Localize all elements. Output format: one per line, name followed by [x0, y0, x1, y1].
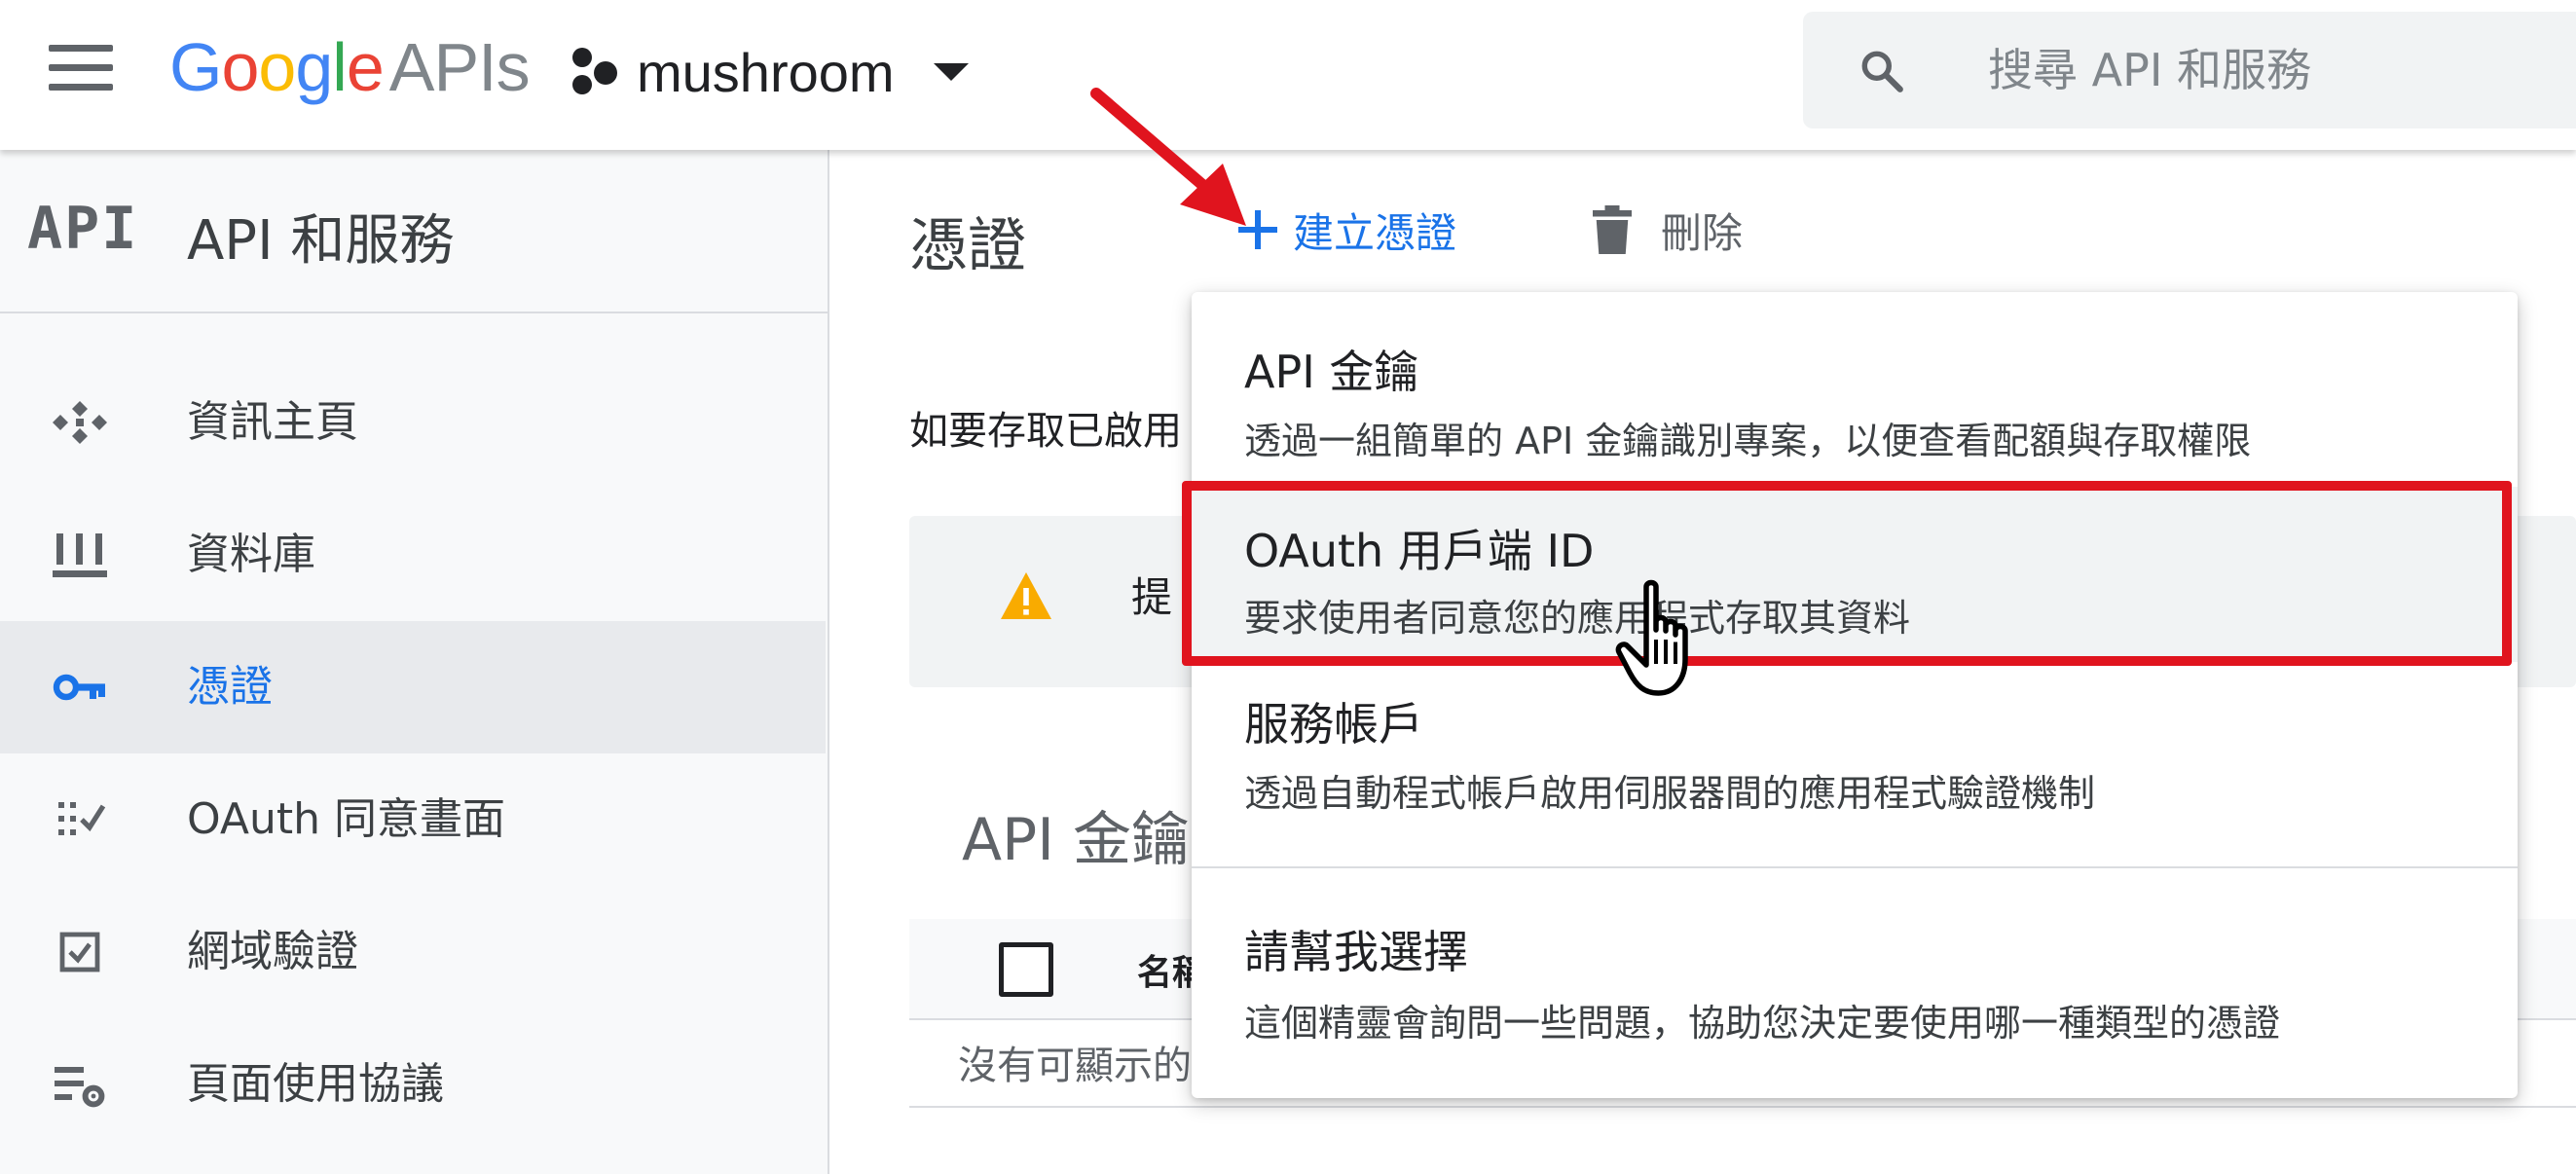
sidebar-title: API 和服務	[187, 209, 455, 273]
search-input[interactable]	[1988, 35, 2553, 105]
intro-text: 如要存取已啟用	[909, 409, 1182, 454]
option-description: 要求使用者同意您的應用程式存取其資料	[1244, 597, 1911, 640]
delete-label: 刪除	[1661, 208, 1744, 257]
sidebar-item-label: 憑證	[187, 662, 273, 712]
create-credentials-menu: API 金鑰 透過一組簡單的 API 金鑰識別專案，以便查看配額與存取權限 OA…	[1192, 292, 2518, 1098]
search-bar[interactable]	[1803, 12, 2576, 128]
menu-option-api-key[interactable]: API 金鑰 透過一組簡單的 API 金鑰識別專案，以便查看配額與存取權限	[1192, 292, 2518, 467]
table-divider	[909, 1106, 2576, 1108]
warning-icon	[1001, 572, 1051, 619]
menu-option-help-me-choose[interactable]: 請幫我選擇 這個精靈會詢問一些問題，協助您決定要使用哪一種類型的憑證	[1192, 896, 2518, 1090]
project-dots-icon	[572, 48, 621, 96]
hamburger-menu-icon[interactable]	[49, 45, 113, 92]
apis-wordmark: APIs	[388, 29, 531, 105]
select-all-checkbox[interactable]	[999, 942, 1053, 997]
sidebar-item-label: 頁面使用協議	[187, 1059, 444, 1109]
delete-button[interactable]: 刪除	[1593, 191, 1743, 269]
sidebar-item-label: OAuth 同意畫面	[187, 794, 505, 844]
google-logo-letter: o	[258, 29, 296, 105]
dropdown-caret-icon	[933, 63, 969, 81]
google-logo-letter: e	[346, 29, 385, 105]
top-app-bar: GoogleAPIs mushroom	[0, 0, 2576, 150]
red-arrow-icon	[1090, 88, 1246, 226]
page-title: 憑證	[909, 212, 1026, 280]
sidebar-item-label: 資料庫	[187, 530, 315, 579]
create-credentials-label: 建立憑證	[1293, 208, 1457, 257]
project-name: mushroom	[637, 41, 895, 103]
menu-divider	[1192, 866, 2518, 868]
option-title: 服務帳戶	[1244, 698, 1423, 751]
api-logo: API	[27, 195, 139, 263]
google-logo-letter: g	[295, 29, 333, 105]
option-description: 透過一組簡單的 API 金鑰識別專案，以便查看配額與存取權限	[1244, 420, 2252, 462]
sidebar-item-label: 資訊主頁	[187, 397, 358, 447]
library-icon	[53, 533, 107, 577]
sidebar-item-dashboard[interactable]: 資訊主頁	[0, 356, 826, 489]
option-description: 透過自動程式帳戶啟用伺服器間的應用程式驗證機制	[1244, 772, 2096, 815]
option-title: 請幫我選擇	[1244, 926, 1468, 978]
key-icon	[53, 674, 105, 701]
sidebar-item-label: 網域驗證	[187, 927, 358, 976]
sidebar-item-oauth-consent[interactable]: OAuth 同意畫面	[0, 753, 826, 886]
hint-text: 提	[1131, 573, 1173, 621]
option-title: OAuth 用戶端 ID	[1244, 525, 1595, 577]
google-logo-letter: o	[221, 29, 259, 105]
sidebar: API API 和服務 資訊主頁 資料庫 憑證 OAuth 同意畫面 網域驗證 …	[0, 150, 829, 1174]
api-keys-section-title: API 金鑰	[962, 806, 1190, 874]
consent-screen-icon	[58, 802, 106, 835]
google-wordmark: Google	[169, 29, 385, 105]
hand-pointer-cursor-icon	[1615, 579, 1688, 696]
menu-option-oauth-client-id[interactable]: OAuth 用戶端 ID 要求使用者同意您的應用程式存取其資料	[1192, 487, 2518, 662]
sidebar-item-page-usage-agreement[interactable]: 頁面使用協議	[0, 1018, 826, 1151]
dashboard-icon	[53, 401, 107, 444]
sidebar-item-domain-verification[interactable]: 網域驗證	[0, 886, 826, 1018]
google-logo-letter: l	[332, 29, 348, 105]
trash-icon	[1593, 205, 1632, 254]
google-apis-logo[interactable]: GoogleAPIs	[169, 23, 531, 111]
google-logo-letter: G	[169, 29, 222, 105]
sidebar-item-credentials[interactable]: 憑證	[0, 621, 826, 753]
option-description: 這個精靈會詢問一些問題，協助您決定要使用哪一種類型的憑證	[1244, 1002, 2281, 1045]
domain-check-icon	[59, 932, 100, 972]
sidebar-item-library[interactable]: 資料庫	[0, 489, 826, 621]
menu-option-service-account[interactable]: 服務帳戶 透過自動程式帳戶啟用伺服器間的應用程式驗證機制	[1192, 678, 2518, 853]
project-selector[interactable]: mushroom	[572, 31, 969, 113]
settings-list-icon	[55, 1067, 105, 1108]
create-credentials-button[interactable]: 建立憑證	[1238, 191, 1456, 269]
sidebar-header: API API 和服務	[0, 150, 828, 313]
empty-table-message: 沒有可顯示的	[958, 1044, 1192, 1088]
option-title: API 金鑰	[1244, 346, 1419, 398]
search-icon[interactable]	[1858, 47, 1906, 95]
